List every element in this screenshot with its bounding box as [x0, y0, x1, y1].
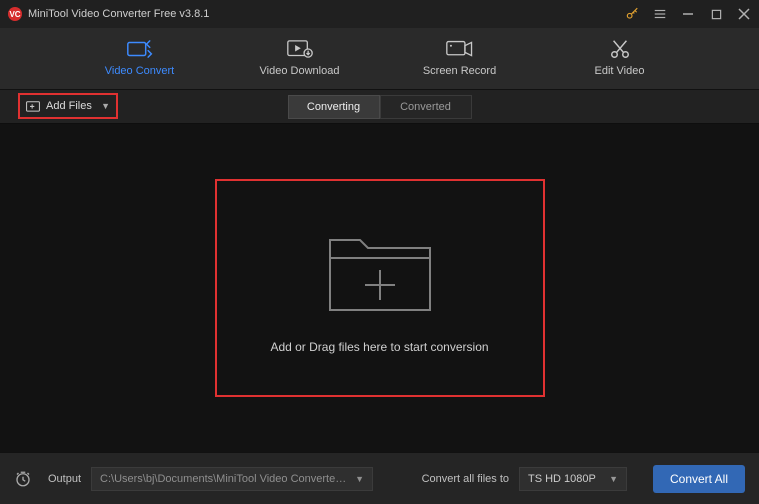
output-path-text: C:\Users\bj\Documents\MiniTool Video Con… [100, 473, 349, 485]
convert-all-label: Convert all files to [422, 473, 509, 485]
drop-zone-text: Add or Drag files here to start conversi… [270, 340, 488, 354]
app-title: MiniTool Video Converter Free v3.8.1 [28, 8, 209, 20]
tab-label: Video Download [260, 65, 340, 77]
edit-video-icon [609, 38, 631, 60]
add-files-icon [26, 100, 40, 112]
sub-tab-label: Converted [400, 101, 451, 113]
schedule-icon[interactable] [14, 470, 32, 488]
tab-label: Edit Video [595, 65, 645, 77]
sub-tab-converted[interactable]: Converted [380, 95, 472, 119]
tab-video-convert[interactable]: Video Convert [90, 34, 190, 89]
sub-tab-converting[interactable]: Converting [288, 95, 380, 119]
add-files-label: Add Files [46, 100, 92, 112]
drop-zone[interactable]: Add or Drag files here to start conversi… [215, 179, 545, 397]
sub-tab-label: Converting [307, 101, 360, 113]
sub-tabs: Converting Converted [288, 95, 472, 119]
chevron-down-icon: ▼ [101, 101, 110, 111]
folder-add-icon [320, 222, 440, 322]
video-download-icon [287, 38, 313, 60]
bottom-bar: Output C:\Users\bj\Documents\MiniTool Vi… [0, 452, 759, 504]
app-logo-icon: VC [8, 7, 22, 21]
convert-all-button-label: Convert All [670, 472, 728, 486]
output-format-select[interactable]: TS HD 1080P ▼ [519, 467, 627, 491]
tab-label: Video Convert [105, 65, 175, 77]
output-label: Output [48, 473, 81, 485]
tab-screen-record[interactable]: Screen Record [410, 34, 510, 89]
tab-video-download[interactable]: Video Download [250, 34, 350, 89]
tab-edit-video[interactable]: Edit Video [570, 34, 670, 89]
add-files-button[interactable]: Add Files ▼ [18, 93, 118, 119]
sub-bar: Add Files ▼ Converting Converted [0, 90, 759, 124]
chevron-down-icon: ▼ [355, 474, 364, 484]
window-controls [625, 7, 751, 21]
chevron-down-icon: ▼ [609, 474, 618, 484]
main-area: Add or Drag files here to start conversi… [0, 124, 759, 452]
maximize-button[interactable] [709, 7, 723, 21]
main-tabs: Video Convert Video Download Screen Reco… [0, 28, 759, 90]
format-text: TS HD 1080P [528, 473, 596, 485]
output-path-select[interactable]: C:\Users\bj\Documents\MiniTool Video Con… [91, 467, 373, 491]
upgrade-key-icon[interactable] [625, 7, 639, 21]
menu-icon[interactable] [653, 7, 667, 21]
minimize-button[interactable] [681, 7, 695, 21]
tab-label: Screen Record [423, 65, 496, 77]
video-convert-icon [127, 38, 153, 60]
screen-record-icon [446, 38, 474, 60]
close-button[interactable] [737, 7, 751, 21]
convert-all-button[interactable]: Convert All [653, 465, 745, 493]
title-bar: VC MiniTool Video Converter Free v3.8.1 [0, 0, 759, 28]
